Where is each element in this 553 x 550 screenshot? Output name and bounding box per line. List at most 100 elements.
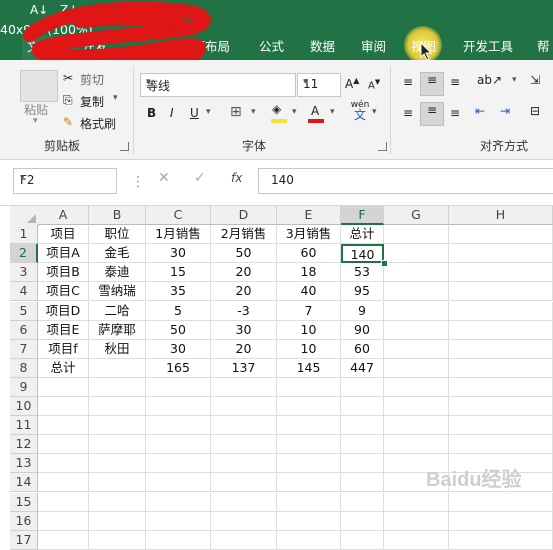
row-header-6[interactable]: 6 xyxy=(10,320,38,340)
cell-a3[interactable]: 项目B xyxy=(38,263,89,283)
orientation-icon[interactable]: ab↗ xyxy=(477,73,502,87)
cell-d9[interactable] xyxy=(211,377,277,397)
cell-h2[interactable] xyxy=(449,244,553,264)
row-header-5[interactable]: 5 xyxy=(10,301,38,321)
align-center-icon[interactable]: ≡ xyxy=(420,102,444,126)
cell-e9[interactable] xyxy=(277,377,341,397)
cell-c7[interactable]: 30 xyxy=(146,339,211,359)
row-header-13[interactable]: 13 xyxy=(10,454,38,474)
cell-g12[interactable] xyxy=(384,435,449,455)
cell-h11[interactable] xyxy=(449,416,553,436)
cell-h8[interactable] xyxy=(449,358,553,378)
cell-f3[interactable]: 53 xyxy=(341,263,384,283)
cell-d15[interactable] xyxy=(211,492,277,512)
cell-f1[interactable]: 总计 xyxy=(341,225,384,245)
fill-handle[interactable] xyxy=(381,260,388,267)
column-header-a[interactable]: A xyxy=(38,206,89,225)
cell-b10[interactable] xyxy=(89,397,146,417)
cell-h7[interactable] xyxy=(449,339,553,359)
borders-dropdown-icon[interactable]: ▾ xyxy=(251,107,256,117)
cell-e4[interactable]: 40 xyxy=(277,282,341,302)
cell-b6[interactable]: 萨摩耶 xyxy=(89,320,146,340)
cell-g3[interactable] xyxy=(384,263,449,283)
copy-dropdown-icon[interactable]: ▾ xyxy=(113,93,118,103)
cell-h12[interactable] xyxy=(449,435,553,455)
cell-e13[interactable] xyxy=(277,454,341,474)
cell-d12[interactable] xyxy=(211,435,277,455)
cell-c6[interactable]: 50 xyxy=(146,320,211,340)
cell-d3[interactable]: 20 xyxy=(211,263,277,283)
underline-dropdown-icon[interactable]: ▾ xyxy=(206,107,211,117)
cell-a11[interactable] xyxy=(38,416,89,436)
shrink-font-icon[interactable]: A▼ xyxy=(368,78,380,91)
cell-f12[interactable] xyxy=(341,435,384,455)
cell-b11[interactable] xyxy=(89,416,146,436)
cell-c17[interactable] xyxy=(146,530,211,550)
cell-h17[interactable] xyxy=(449,530,553,550)
phonetic-dropdown-icon[interactable]: ▾ xyxy=(372,107,377,117)
italic-button[interactable]: I xyxy=(170,106,174,120)
underline-button[interactable]: U xyxy=(190,106,199,120)
name-box[interactable]: F2 ▾ xyxy=(13,168,117,194)
cell-e1[interactable]: 3月销售 xyxy=(277,225,341,245)
cell-g5[interactable] xyxy=(384,301,449,321)
column-header-f[interactable]: F xyxy=(341,206,384,225)
cell-c10[interactable] xyxy=(146,397,211,417)
tab-review[interactable]: 审阅 xyxy=(361,36,386,55)
cell-f4[interactable]: 95 xyxy=(341,282,384,302)
cell-c5[interactable]: 5 xyxy=(146,301,211,321)
column-header-b[interactable]: B xyxy=(89,206,146,225)
clipboard-icon[interactable] xyxy=(20,70,58,102)
cell-f17[interactable] xyxy=(341,530,384,550)
cell-f13[interactable] xyxy=(341,454,384,474)
font-size-select[interactable]: 11 ▾ xyxy=(297,73,341,97)
row-header-11[interactable]: 11 xyxy=(10,416,38,436)
paste-dropdown-icon[interactable]: ▾ xyxy=(33,116,38,126)
cell-a5[interactable]: 项目D xyxy=(38,301,89,321)
align-right-icon[interactable]: ≡ xyxy=(447,106,463,120)
cell-b15[interactable] xyxy=(89,492,146,512)
font-launcher-icon[interactable] xyxy=(378,142,387,151)
column-header-c[interactable]: C xyxy=(146,206,211,225)
cell-g6[interactable] xyxy=(384,320,449,340)
cell-c9[interactable] xyxy=(146,377,211,397)
insert-function-icon[interactable]: fx xyxy=(231,171,242,185)
cell-f2[interactable]: 140 xyxy=(341,244,384,264)
cell-a17[interactable] xyxy=(38,530,89,550)
row-header-3[interactable]: 3 xyxy=(10,263,38,283)
font-color-icon[interactable]: A xyxy=(311,104,319,118)
align-top-icon[interactable]: ≡ xyxy=(400,75,416,89)
cell-b8[interactable] xyxy=(89,358,146,378)
cell-h16[interactable] xyxy=(449,511,553,531)
cell-b17[interactable] xyxy=(89,530,146,550)
row-header-8[interactable]: 8 xyxy=(10,358,38,378)
align-left-icon[interactable]: ≡ xyxy=(400,106,416,120)
row-header-15[interactable]: 15 xyxy=(10,492,38,512)
cell-c12[interactable] xyxy=(146,435,211,455)
wrap-text-icon[interactable]: ⇲ xyxy=(530,73,540,87)
cell-g2[interactable] xyxy=(384,244,449,264)
cell-f6[interactable]: 90 xyxy=(341,320,384,340)
cell-e5[interactable]: 7 xyxy=(277,301,341,321)
column-header-g[interactable]: G xyxy=(384,206,449,225)
cell-b13[interactable] xyxy=(89,454,146,474)
copy-button[interactable]: 复制 xyxy=(80,93,104,110)
cell-e11[interactable] xyxy=(277,416,341,436)
cell-b2[interactable]: 金毛 xyxy=(89,244,146,264)
cell-a12[interactable] xyxy=(38,435,89,455)
cell-c1[interactable]: 1月销售 xyxy=(146,225,211,245)
borders-icon[interactable]: ⊞ xyxy=(230,104,242,120)
row-header-1[interactable]: 1 xyxy=(10,225,38,245)
column-header-h[interactable]: H xyxy=(449,206,553,225)
cell-d2[interactable]: 50 xyxy=(211,244,277,264)
cell-c3[interactable]: 15 xyxy=(146,263,211,283)
cell-f14[interactable] xyxy=(341,473,384,493)
cut-button[interactable]: 剪切 xyxy=(80,71,104,88)
cell-g9[interactable] xyxy=(384,377,449,397)
cell-h3[interactable] xyxy=(449,263,553,283)
cell-b5[interactable]: 二哈 xyxy=(89,301,146,321)
fill-color-icon[interactable]: ◈ xyxy=(272,102,281,116)
cell-e6[interactable]: 10 xyxy=(277,320,341,340)
row-header-16[interactable]: 16 xyxy=(10,511,38,531)
cell-g17[interactable] xyxy=(384,530,449,550)
